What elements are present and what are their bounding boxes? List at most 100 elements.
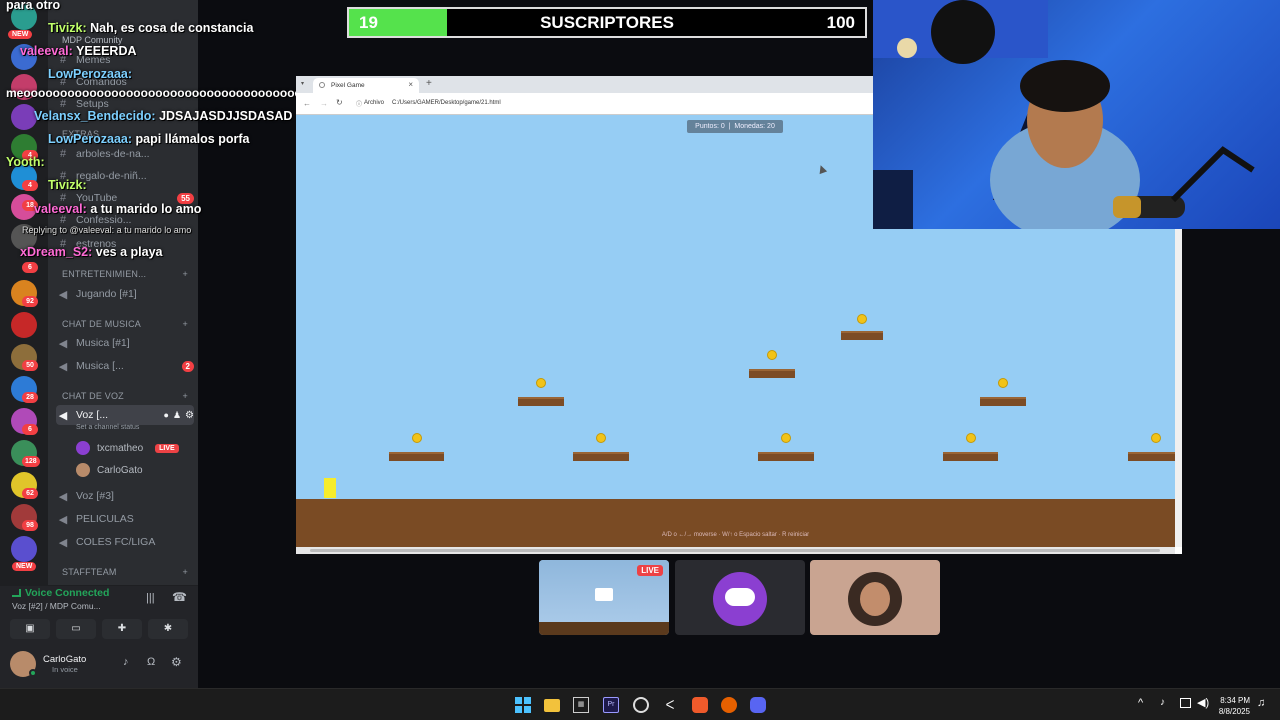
light-icon <box>897 38 917 58</box>
clock-date[interactable]: 8/8/2025 <box>1210 707 1250 716</box>
discord-icon[interactable] <box>750 697 766 713</box>
server-badge: 98 <box>22 520 38 531</box>
capcut-icon[interactable]: ᐸ <box>662 697 678 713</box>
voice-channel-jugando[interactable]: ◀ Jugando [#1] <box>56 284 194 304</box>
voice-connected-channel[interactable]: Voz [#2] / MDP Comu... <box>12 601 101 611</box>
activity-button[interactable]: ✚ <box>102 619 142 639</box>
obs-icon[interactable] <box>633 697 649 713</box>
voice-member-txcmatheo[interactable]: txcmatheo LIVE <box>76 439 179 457</box>
back-icon[interactable]: ← <box>303 99 311 108</box>
file-explorer-icon[interactable] <box>544 699 560 712</box>
tab-pixel-game[interactable]: Pixel Game × <box>313 78 419 93</box>
microphone-band <box>1113 196 1141 218</box>
video-tile-txcmatheo[interactable] <box>675 560 805 635</box>
subscriber-label: SUSCRIPTORES <box>540 13 674 32</box>
scroll-thumb[interactable] <box>310 549 1160 552</box>
poster-figure <box>931 0 995 64</box>
video-off-button[interactable]: ▣ <box>10 619 50 639</box>
mic-arm <box>1170 146 1255 203</box>
forward-icon[interactable]: → <box>320 99 328 108</box>
reload-icon[interactable]: ↻ <box>336 98 343 107</box>
user-bar: CarloGato In voice ♪ Ω ⚙ <box>0 643 198 688</box>
new-tab-button[interactable]: + <box>426 78 432 89</box>
volume-icon[interactable]: ◀) <box>1197 696 1209 709</box>
headphones-icon[interactable]: Ω <box>147 656 155 668</box>
chat-user: Tivizk: <box>48 178 87 192</box>
add-channel-icon[interactable]: + <box>183 319 188 329</box>
chevron-up-icon[interactable]: ^ <box>1138 697 1143 709</box>
gear-icon[interactable]: ⚙ <box>185 410 194 421</box>
cpu-monitor-icon[interactable]: ▦ <box>573 697 589 713</box>
voice-member-carlogato[interactable]: CarloGato <box>76 461 143 479</box>
firefox-icon[interactable] <box>721 697 737 713</box>
category-voz[interactable]: CHAT DE VOZ + <box>62 388 188 404</box>
channel-label: Voz [#3] <box>76 490 114 502</box>
disconnect-icon[interactable]: ☎ <box>172 590 187 604</box>
add-member-icon[interactable]: ♟ <box>173 410 181 421</box>
server-badge: 50 <box>22 360 38 371</box>
network-icon[interactable] <box>1180 698 1191 708</box>
chat-icon[interactable]: ● <box>164 410 169 420</box>
coins-counter: Monedas: 20 <box>734 123 775 130</box>
category-entretenimiento[interactable]: ENTRETENIMIEN... + <box>62 266 188 282</box>
voice-channel-voz-active[interactable]: ◀ Voz [... ● ♟ ⚙ <box>56 405 194 425</box>
user-status: In voice <box>52 665 78 674</box>
coin <box>998 378 1008 388</box>
channel-label: arboles-de-na... <box>76 148 150 160</box>
category-label: ENTRETENIMIEN... <box>62 269 147 279</box>
voice-connected-title: Voice Connected <box>25 587 110 599</box>
category-label: CHAT DE MUSICA <box>62 319 141 329</box>
server-icon-10[interactable] <box>11 312 37 338</box>
mouse-cursor <box>816 163 828 175</box>
noise-suppression-icon[interactable]: ||| <box>146 592 155 604</box>
chat-message: Velansx_Bendecido: JDSAJASDJJSDASAD <box>34 109 292 123</box>
windows-start-icon[interactable] <box>515 697 531 713</box>
add-channel-icon[interactable]: + <box>183 567 188 577</box>
voice-channel-musica-2[interactable]: ◀ Musica [... 2 <box>56 356 194 376</box>
taskbar: ▦ Pr ᐸ ^ ♪ ◀) 8:34 PM 8/8/2025 ♫ <box>0 688 1280 720</box>
microphone-icon[interactable]: ♪ <box>123 656 129 668</box>
chat-text: para otro <box>6 0 61 12</box>
clock-time[interactable]: 8:34 PM <box>1210 696 1250 705</box>
voice-channel-peliculas[interactable]: ◀ PELICULAS <box>56 509 194 529</box>
avatar <box>76 463 90 477</box>
avatar-face <box>860 582 890 616</box>
add-channel-icon[interactable]: + <box>183 391 188 401</box>
channel-label: Voz [... <box>76 409 109 421</box>
channel-status[interactable]: Set a channel status <box>76 424 139 431</box>
voice-channel-coles[interactable]: ◀ COLES FC/LIGA <box>56 532 194 552</box>
voice-channel-voz-3[interactable]: ◀ Voz [#3] <box>56 486 194 506</box>
voice-channel-musica-1[interactable]: ◀ Musica [#1] <box>56 333 194 353</box>
server-badge: 128 <box>22 456 40 467</box>
premiere-icon[interactable]: Pr <box>603 697 619 713</box>
add-channel-icon[interactable]: + <box>183 269 188 279</box>
brave-icon[interactable] <box>692 697 708 713</box>
soundboard-button[interactable]: ✱ <box>148 619 188 639</box>
notification-bell-icon[interactable]: ♫ <box>1257 697 1265 709</box>
screen-share-button[interactable]: ▭ <box>56 619 96 639</box>
channel-arboles[interactable]: # arboles-de-na... <box>56 144 194 164</box>
video-tile-stream[interactable]: LIVE <box>539 560 669 635</box>
address-scheme: Archivo <box>364 100 385 106</box>
platform <box>389 452 444 461</box>
video-tile-carlogato[interactable] <box>810 560 940 635</box>
server-badge: 28 <box>22 392 38 403</box>
category-musica[interactable]: CHAT DE MUSICA + <box>62 316 188 332</box>
server-badge: 6 <box>22 262 38 273</box>
points-counter: Puntos: 0 <box>695 123 725 130</box>
speaker-icon: ◀ <box>58 337 68 350</box>
channel-label: Musica [#1] <box>76 337 130 349</box>
microphone-tray-icon[interactable]: ♪ <box>1160 697 1165 708</box>
close-icon[interactable]: × <box>408 80 413 89</box>
horizontal-scrollbar[interactable] <box>296 547 1175 554</box>
tab-list-icon[interactable]: ▾ <box>301 80 304 87</box>
server-icon-17[interactable] <box>11 536 37 562</box>
category-staff[interactable]: StaffTeam + <box>62 564 188 580</box>
chat-text: a tu marido lo amo <box>90 202 202 216</box>
info-icon[interactable]: ⓘ <box>356 99 362 108</box>
channel-label: regalo-de-niñ... <box>76 170 147 182</box>
address-input[interactable]: C:/Users/GAMER/Desktop/game/21.html <box>392 100 501 106</box>
settings-gear-icon[interactable]: ⚙ <box>171 655 182 669</box>
coin <box>966 433 976 443</box>
chat-reply-context: Replying to @valeeval: a tu marido lo am… <box>22 225 191 235</box>
